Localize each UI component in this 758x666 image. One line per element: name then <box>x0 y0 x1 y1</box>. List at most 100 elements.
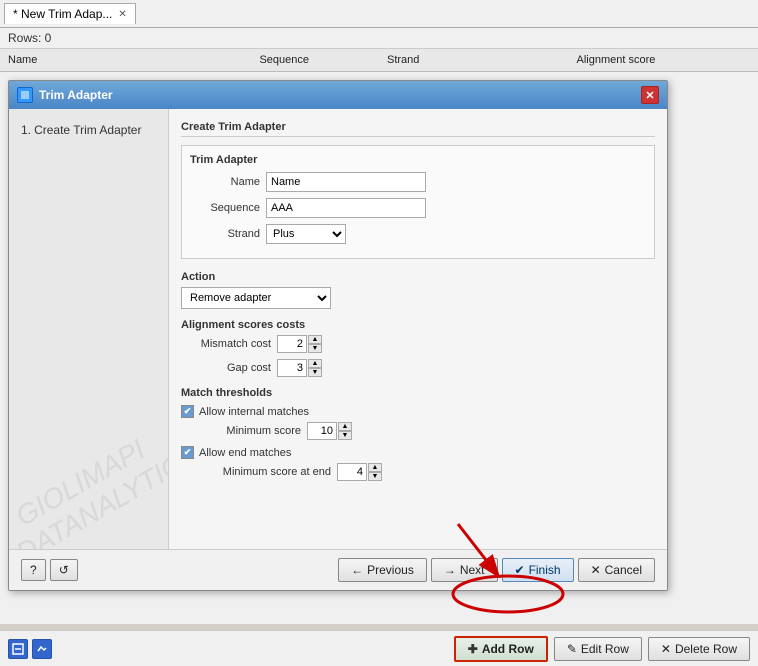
min-score-end-up-button[interactable]: ▲ <box>368 463 382 472</box>
help-button[interactable]: ? <box>21 559 46 581</box>
finish-button[interactable]: ✔ Finish <box>502 558 574 582</box>
trim-adapter-dialog: Trim Adapter ✕ 1. Create Trim Adapter GI… <box>8 80 668 591</box>
edit-row-label: Edit Row <box>581 642 629 656</box>
step-1-label: Create Trim Adapter <box>34 123 141 137</box>
strand-select[interactable]: Plus Minus Both <box>266 224 346 244</box>
edit-row-button[interactable]: ✎ Edit Row <box>554 637 642 661</box>
previous-button[interactable]: ← Previous <box>338 558 427 582</box>
bottom-toolbar: ✚ Add Row ✎ Edit Row ✕ Delete Row <box>0 630 758 666</box>
gap-input[interactable] <box>277 359 307 377</box>
action-label: Action <box>181 271 655 283</box>
dialog-footer: ? ↺ ← Previous → Next <box>9 549 667 590</box>
allow-internal-label: Allow internal matches <box>199 406 309 418</box>
name-label: Name <box>190 176 260 188</box>
dialog-form-panel: Create Trim Adapter Trim Adapter Name Se… <box>169 109 667 549</box>
name-form-group: Name <box>190 172 646 192</box>
allow-internal-group: ✔ Allow internal matches <box>181 405 655 418</box>
add-row-button[interactable]: ✚ Add Row <box>454 636 548 662</box>
section-title: Create Trim Adapter <box>181 121 655 137</box>
next-arrow-icon: → <box>444 563 456 577</box>
min-score-spinner: ▲ ▼ <box>307 422 352 440</box>
mismatch-spinner-buttons: ▲ ▼ <box>308 335 322 353</box>
next-label: Next <box>460 563 485 577</box>
rows-label: Rows: 0 <box>8 31 51 45</box>
mismatch-input[interactable] <box>277 335 307 353</box>
min-score-input[interactable] <box>307 422 337 440</box>
mismatch-down-button[interactable]: ▼ <box>308 344 322 353</box>
mismatch-spinner: ▲ ▼ <box>277 335 322 353</box>
step-1: 1. Create Trim Adapter <box>21 121 156 139</box>
gap-spinner-buttons: ▲ ▼ <box>308 359 322 377</box>
delete-row-icon: ✕ <box>661 642 671 656</box>
cancel-label: Cancel <box>605 563 642 577</box>
allow-end-group: ✔ Allow end matches <box>181 446 655 459</box>
min-score-end-label: Minimum score at end <box>201 466 331 478</box>
active-tab[interactable]: * New Trim Adap... ✕ <box>4 3 136 24</box>
sequence-label: Sequence <box>190 202 260 214</box>
min-score-down-button[interactable]: ▼ <box>338 431 352 440</box>
tab-close-icon[interactable]: ✕ <box>118 9 126 20</box>
bottom-left-icons <box>8 639 52 659</box>
bottom-icon-1[interactable] <box>8 639 28 659</box>
name-input[interactable] <box>266 172 426 192</box>
sequence-form-group: Sequence <box>190 198 646 218</box>
min-score-end-spinner-buttons: ▲ ▼ <box>368 463 382 481</box>
dialog-close-button[interactable]: ✕ <box>641 86 659 104</box>
strand-form-group: Strand Plus Minus Both <box>190 224 646 244</box>
footer-right-buttons: ← Previous → Next ✔ Finish ✕ Cancel <box>338 558 655 582</box>
edit-row-icon: ✎ <box>567 642 577 656</box>
gap-up-button[interactable]: ▲ <box>308 359 322 368</box>
alignment-scores-section: Alignment scores costs Mismatch cost ▲ ▼ <box>181 319 655 377</box>
delete-row-button[interactable]: ✕ Delete Row <box>648 637 750 661</box>
bottom-icon-2[interactable] <box>32 639 52 659</box>
allow-internal-checkbox[interactable]: ✔ <box>181 405 194 418</box>
cancel-x-icon: ✕ <box>591 563 601 577</box>
gap-down-button[interactable]: ▼ <box>308 368 322 377</box>
mismatch-up-button[interactable]: ▲ <box>308 335 322 344</box>
match-thresholds-section: Match thresholds ✔ Allow internal matche… <box>181 387 655 481</box>
mismatch-label: Mismatch cost <box>181 338 271 350</box>
step-1-number: 1. <box>21 123 31 137</box>
min-score-end-group: Minimum score at end ▲ ▼ <box>201 463 655 481</box>
col-sequence: Sequence <box>190 52 380 68</box>
table-header: Name Sequence Strand Alignment score <box>0 49 758 72</box>
action-select[interactable]: Remove adapter Trim adapter <box>181 287 331 309</box>
next-button[interactable]: → Next <box>431 558 498 582</box>
col-alignment: Alignment score <box>569 52 758 68</box>
min-score-spinner-buttons: ▲ ▼ <box>338 422 352 440</box>
min-score-end-down-button[interactable]: ▼ <box>368 472 382 481</box>
add-row-plus-icon: ✚ <box>468 642 478 656</box>
min-score-end-input[interactable] <box>337 463 367 481</box>
min-score-up-button[interactable]: ▲ <box>338 422 352 431</box>
allow-internal-check-icon: ✔ <box>184 406 192 417</box>
delete-row-label: Delete Row <box>675 642 737 656</box>
gap-label: Gap cost <box>181 362 271 374</box>
match-thresholds-label: Match thresholds <box>181 387 655 399</box>
tab-title: * New Trim Adap... <box>13 7 112 21</box>
strand-label: Strand <box>190 228 260 240</box>
finish-label: Finish <box>529 563 561 577</box>
sequence-input[interactable] <box>266 198 426 218</box>
trim-adapter-section-label: Trim Adapter <box>190 154 646 166</box>
cancel-button[interactable]: ✕ Cancel <box>578 558 655 582</box>
gap-form-group: Gap cost ▲ ▼ <box>181 359 655 377</box>
alignment-scores-label: Alignment scores costs <box>181 319 655 331</box>
add-row-label: Add Row <box>482 642 534 656</box>
gap-spinner: ▲ ▼ <box>277 359 322 377</box>
finish-check-icon: ✔ <box>515 563 525 577</box>
allow-end-checkbox[interactable]: ✔ <box>181 446 194 459</box>
footer-left-buttons: ? ↺ <box>21 559 78 581</box>
main-area: Trim Adapter ✕ 1. Create Trim Adapter GI… <box>0 72 758 624</box>
previous-label: Previous <box>367 563 414 577</box>
min-score-label: Minimum score <box>201 425 301 437</box>
min-score-end-spinner: ▲ ▼ <box>337 463 382 481</box>
col-name: Name <box>0 52 190 68</box>
back-button[interactable]: ↺ <box>50 559 78 581</box>
allow-end-check-icon: ✔ <box>184 447 192 458</box>
dialog-overlay: Trim Adapter ✕ 1. Create Trim Adapter GI… <box>0 72 758 588</box>
watermark: GIOLIMAPIDATANALYTICS <box>9 425 169 549</box>
rows-bar: Rows: 0 <box>0 28 758 49</box>
back-arrow-icon: ↺ <box>59 563 69 577</box>
dialog-steps-panel: 1. Create Trim Adapter GIOLIMAPIDATANALY… <box>9 109 169 549</box>
help-label: ? <box>30 563 37 577</box>
